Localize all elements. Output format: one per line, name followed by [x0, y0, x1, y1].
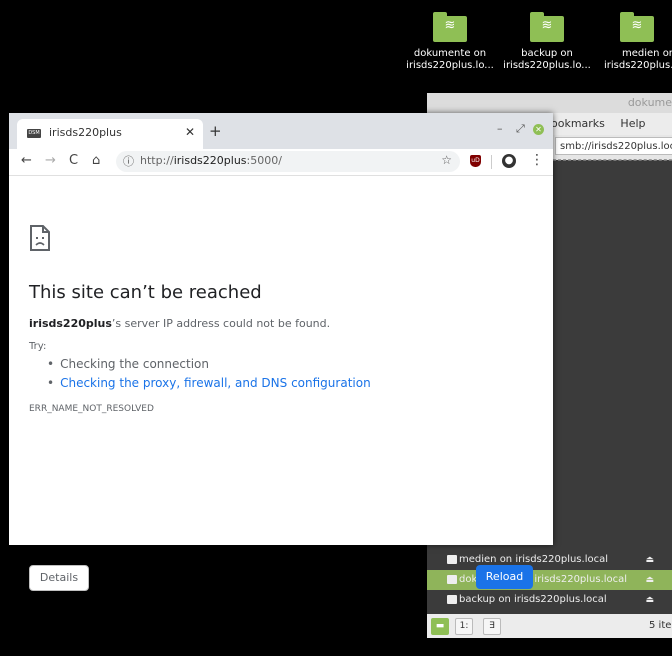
place-dokumente[interactable]: dokumente on irisds220plus.local ⏏: [427, 570, 672, 590]
details-button[interactable]: Details: [29, 565, 89, 591]
desktop-icon-dokumente[interactable]: ≋ dokumente on irisds220plus.lo...: [405, 12, 495, 72]
sad-page-icon: [30, 225, 50, 251]
bookmark-star-icon[interactable]: ☆: [441, 153, 452, 167]
reload-icon[interactable]: C: [69, 153, 78, 168]
menu-bookmarks[interactable]: ookmarks: [551, 117, 605, 130]
menu-help[interactable]: Help: [620, 117, 645, 130]
browser-window: DSM irisds220plus ✕ + – ⤢ ✕ ← → C ⌂ ⓘ ht…: [9, 113, 553, 591]
tab-strip: DSM irisds220plus ✕ + – ⤢ ✕: [9, 113, 553, 149]
desktop-icon-backup[interactable]: ≋ backup on irisds220plus.lo...: [502, 12, 592, 72]
error-code: ERR_NAME_NOT_RESOLVED: [29, 404, 154, 414]
ublock-origin-icon[interactable]: uD: [470, 155, 481, 167]
close-window-icon[interactable]: ✕: [533, 124, 544, 135]
network-folder-icon: ≋: [530, 12, 564, 42]
error-page: This site can’t be reached irisds220plus…: [9, 176, 553, 591]
address-bar[interactable]: ⓘ http://irisds220plus:5000/ ☆: [116, 151, 460, 172]
drive-icon: [447, 575, 457, 584]
desktop-icon-label-line2: irisds220plus.lo...: [503, 60, 591, 71]
minimize-icon[interactable]: –: [497, 122, 503, 135]
home-icon[interactable]: ⌂: [92, 153, 100, 168]
try-label: Try:: [29, 341, 47, 352]
eject-icon[interactable]: ⏏: [645, 570, 654, 590]
error-headline: This site can’t be reached: [29, 282, 262, 303]
network-folder-icon: ≋: [433, 12, 467, 42]
back-icon[interactable]: ←: [21, 153, 32, 168]
desktop-icon-label: medien on: [622, 48, 672, 59]
fm-title: dokumen: [427, 93, 672, 113]
place-label: backup on irisds220plus.local: [459, 594, 607, 605]
network-folder-icon: ≋: [620, 12, 654, 42]
desktop-icon-label: dokumente on: [413, 48, 487, 59]
desktop-icon-label-line2: irisds220plus.lo...: [604, 60, 672, 71]
forward-icon[interactable]: →: [45, 153, 56, 168]
suggestion-item: • Checking the connection: [47, 357, 209, 371]
tab-title: irisds220plus: [49, 126, 122, 139]
eject-icon[interactable]: ⏏: [645, 550, 654, 570]
place-backup[interactable]: backup on irisds220plus.local ⏏: [427, 590, 672, 610]
menu-kebab-icon[interactable]: ⋮: [530, 152, 544, 168]
desktop-icon-label: backup on: [521, 48, 573, 59]
desktop-icon-label-line2: irisds220plus.lo...: [406, 60, 494, 71]
places-toggle-icon[interactable]: ▬: [431, 618, 449, 635]
fm-location-field[interactable]: smb://irisds220plus.loca: [555, 137, 672, 155]
tab-irisds220plus[interactable]: DSM irisds220plus ✕: [17, 119, 203, 149]
error-message: irisds220plus’s server IP address could …: [29, 317, 331, 330]
close-tab-icon[interactable]: ✕: [185, 125, 195, 139]
suggestion-link[interactable]: • Checking the proxy, firewall, and DNS c…: [47, 376, 371, 395]
fm-statusbar: ▬ 1: ∃ 5 iter: [427, 614, 672, 638]
browser-toolbar: ← → C ⌂ ⓘ http://irisds220plus:5000/ ☆ u…: [9, 149, 553, 176]
place-label: medien on irisds220plus.local: [459, 554, 608, 565]
account-icon[interactable]: ●: [502, 154, 516, 168]
drive-icon: [447, 595, 457, 604]
fm-places: medien on irisds220plus.local ⏏ dokument…: [427, 550, 672, 610]
info-icon[interactable]: ⓘ: [123, 153, 134, 169]
eject-icon[interactable]: ⏏: [645, 590, 654, 610]
reload-button[interactable]: Reload: [476, 565, 533, 589]
toolbar-separator: [491, 155, 492, 169]
suggestion-list: • Checking the connection • Checking the p…: [47, 357, 371, 395]
dsm-favicon-icon: DSM: [27, 129, 41, 138]
tree-toggle-icon[interactable]: 1:: [455, 618, 473, 635]
url-text: http://irisds220plus:5000/: [140, 154, 282, 167]
place-medien[interactable]: medien on irisds220plus.local ⏏: [427, 550, 672, 570]
item-count: 5 iter: [649, 620, 672, 631]
new-tab-icon[interactable]: +: [209, 122, 222, 140]
maximize-icon[interactable]: ⤢: [516, 122, 525, 136]
desktop-icon-medien[interactable]: ≋ medien on irisds220plus.lo...: [592, 12, 672, 72]
terminal-toggle-icon[interactable]: ∃: [483, 618, 501, 635]
drive-icon: [447, 555, 457, 564]
